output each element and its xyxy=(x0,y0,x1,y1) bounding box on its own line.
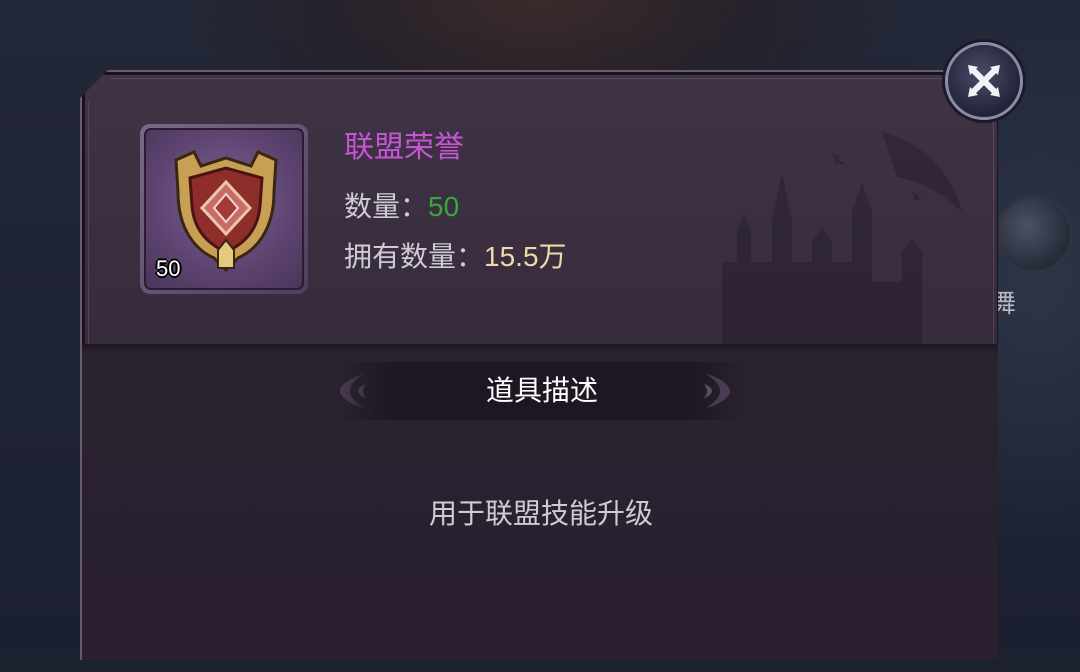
owned-label: 拥有数量： xyxy=(344,240,485,273)
quantity-value: 50 xyxy=(428,191,460,222)
close-icon xyxy=(968,65,1000,97)
item-name: 联盟荣誉 xyxy=(344,130,464,165)
item-slot-inner: 50 xyxy=(144,128,304,290)
item-info-dialog: 50 联盟荣誉 数量：50 拥有数量：15.5万 道具描述 用于联盟技能升级 xyxy=(80,70,998,660)
item-description: 用于联盟技能升级 xyxy=(428,497,653,530)
owned-row: 拥有数量：15.5万 xyxy=(344,235,567,275)
castle-silhouette-icon xyxy=(722,132,962,352)
section-title: 道具描述 xyxy=(337,362,747,420)
close-button[interactable] xyxy=(945,42,1023,120)
quantity-label: 数量： xyxy=(344,190,429,223)
background-avatar-icon xyxy=(995,195,1073,273)
section-divider xyxy=(82,344,998,352)
quantity-row: 数量：50 xyxy=(344,185,459,225)
item-slot[interactable]: 50 xyxy=(140,124,308,294)
ornament-right-icon xyxy=(704,374,730,408)
owned-value: 15.5万 xyxy=(484,241,567,272)
item-stack-count: 50 xyxy=(156,256,181,281)
